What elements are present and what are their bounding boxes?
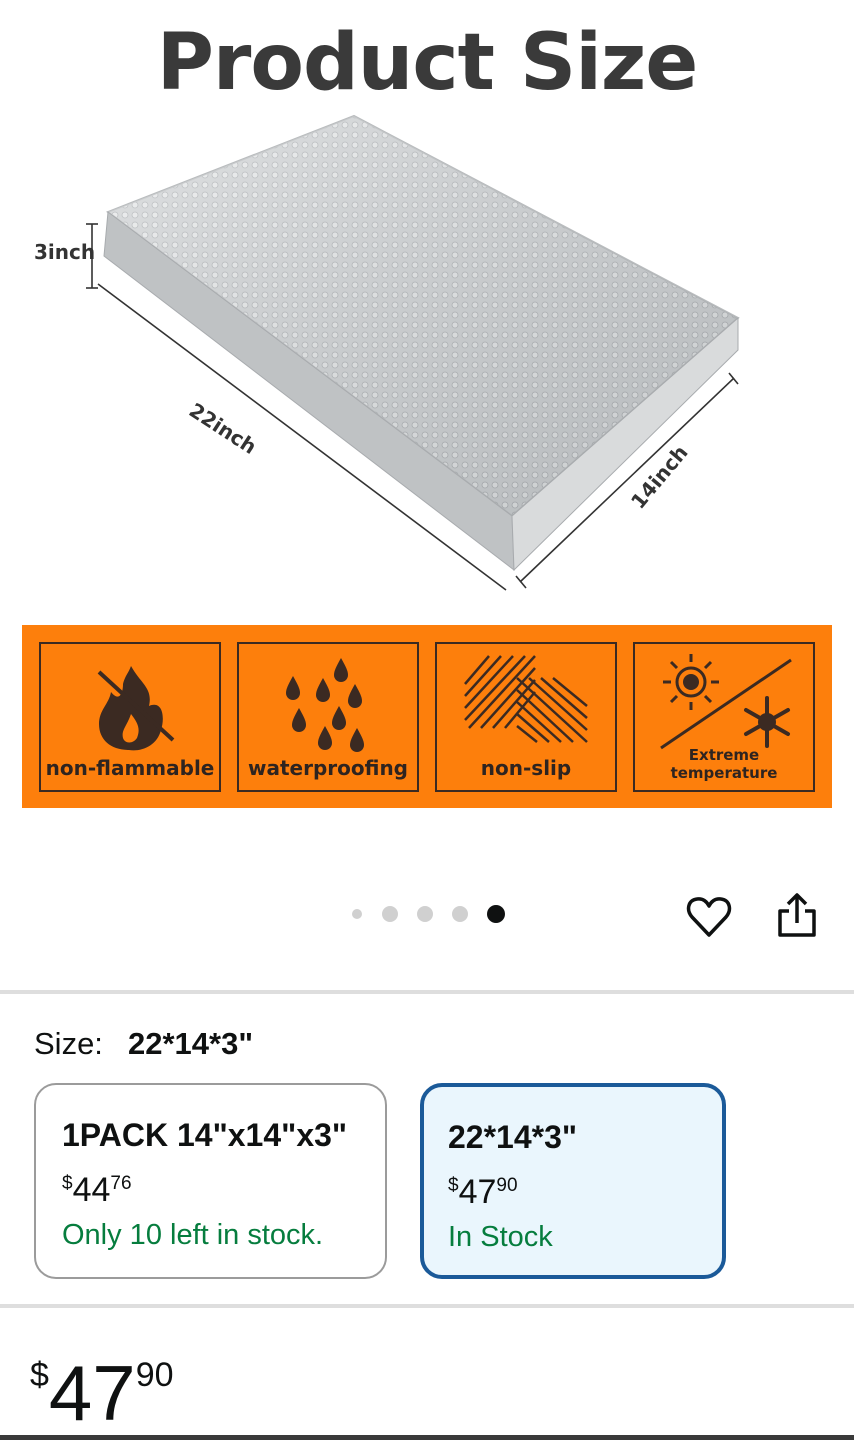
feature-label: waterproofing: [248, 756, 408, 780]
option-price: $4476: [62, 1171, 132, 1209]
section-divider: [0, 990, 854, 994]
price-fraction: 90: [135, 1356, 174, 1394]
carousel-dot[interactable]: [382, 906, 398, 922]
option-stock-status: In Stock: [448, 1221, 553, 1253]
share-icon[interactable]: [776, 891, 818, 939]
carousel-dot[interactable]: [452, 906, 468, 922]
image-title: Product Size: [156, 18, 698, 108]
feature-label: non-slip: [480, 756, 572, 780]
carousel-dot[interactable]: [417, 906, 433, 922]
height-dimension-label: 3inch: [34, 240, 96, 264]
carousel-dot-active[interactable]: [487, 905, 505, 923]
wishlist-heart-icon[interactable]: [686, 894, 732, 940]
bottom-divider: [0, 1435, 854, 1440]
price-currency: $: [30, 1356, 49, 1394]
size-selected-value: 22*14*3": [128, 1026, 254, 1061]
size-label: Size:: [34, 1026, 103, 1061]
product-illustration: [86, 114, 740, 591]
price-whole: 47: [48, 1349, 136, 1437]
option-name: 1PACK 14"x14"x3": [62, 1117, 348, 1153]
feature-label: non-flammable: [45, 756, 215, 780]
feature-non-flammable: non-flammable: [39, 642, 221, 792]
feature-extreme-temperature: Extreme temperature: [633, 642, 815, 792]
carousel-dot[interactable]: [352, 909, 362, 919]
feature-banner: non-flammable waterproofing non-slip Ext…: [22, 625, 832, 808]
section-divider: [0, 1304, 854, 1308]
option-name: 22*14*3": [448, 1119, 578, 1155]
feature-waterproofing: waterproofing: [237, 642, 419, 792]
feature-non-slip: non-slip: [435, 642, 617, 792]
product-image-gallery[interactable]: Product Size 3inch 22inch 14inch non-fla…: [0, 0, 854, 850]
option-price: $4790: [448, 1173, 518, 1211]
option-stock-status: Only 10 left in stock.: [62, 1219, 324, 1251]
feature-label: Extreme temperature: [670, 746, 778, 782]
size-option-22x14x3-selected[interactable]: 22*14*3" $4790 In Stock: [420, 1083, 726, 1279]
size-option-1pack[interactable]: 1PACK 14"x14"x3" $4476 Only 10 left in s…: [34, 1083, 387, 1279]
product-price: $4790: [30, 1354, 174, 1432]
